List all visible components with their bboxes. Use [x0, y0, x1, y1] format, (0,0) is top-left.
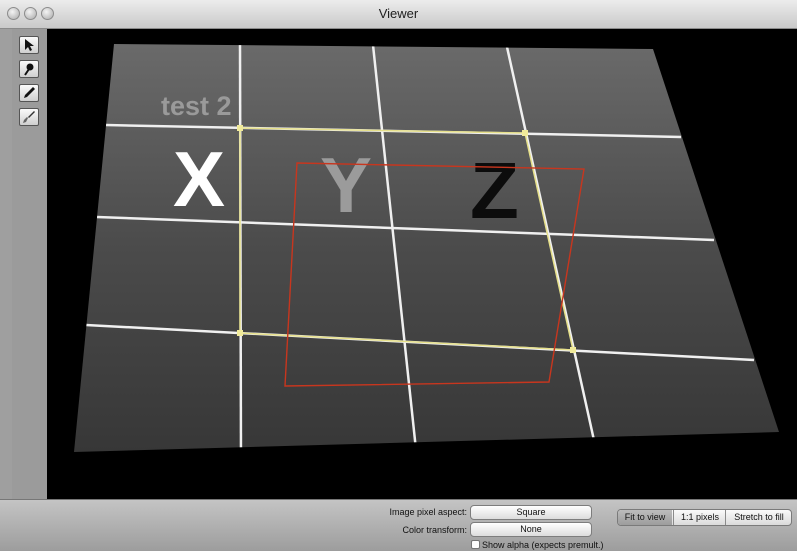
letter-y: Y	[320, 141, 372, 229]
fit-mode-segmented-control: Fit to view 1:1 pixels Stretch to fill	[617, 509, 792, 526]
pen-tool-icon	[24, 87, 35, 98]
letter-x: X	[173, 135, 225, 223]
letter-z: Z	[470, 146, 519, 235]
pin-tool-icon	[24, 63, 34, 76]
quad-handle-top-left[interactable]	[237, 125, 243, 131]
arrow-tool-button[interactable]	[19, 36, 39, 54]
window-title: Viewer	[378, 6, 419, 21]
brush-tool-icon	[23, 111, 35, 123]
quad-handle-bottom-right[interactable]	[570, 347, 576, 353]
pixel-aspect-popup[interactable]: Square	[470, 505, 592, 520]
color-transform-popup[interactable]: None	[470, 522, 592, 537]
quad-handle-bottom-left[interactable]	[237, 330, 243, 336]
viewer-image: test 2 X Y Z	[74, 44, 779, 452]
quad-handle-top-right[interactable]	[522, 130, 528, 136]
color-transform-label: Color transform:	[402, 525, 467, 535]
test-label: test 2	[161, 91, 232, 121]
tool-palette	[12, 29, 47, 499]
one-to-one-pixels-segment[interactable]: 1:1 pixels	[673, 510, 726, 525]
brush-tool-button[interactable]	[19, 108, 39, 126]
stretch-to-fill-segment[interactable]: Stretch to fill	[725, 510, 792, 525]
pixel-aspect-label: Image pixel aspect:	[389, 507, 467, 517]
arrow-tool-icon	[25, 39, 34, 51]
show-alpha-label[interactable]: Show alpha (expects premult.)	[482, 540, 604, 550]
image-canvas[interactable]: test 2 X Y Z	[47, 29, 797, 499]
bottom-panel: Image pixel aspect: Square Color transfo…	[0, 499, 797, 551]
title-bar: Viewer	[0, 0, 797, 29]
viewer-window: Viewer test 2 X Y Z Image pixel aspect: …	[0, 0, 797, 551]
pin-tool-button[interactable]	[19, 60, 39, 78]
fit-to-view-segment[interactable]: Fit to view	[618, 510, 672, 525]
show-alpha-checkbox[interactable]	[471, 540, 480, 549]
pen-tool-button[interactable]	[19, 84, 39, 102]
